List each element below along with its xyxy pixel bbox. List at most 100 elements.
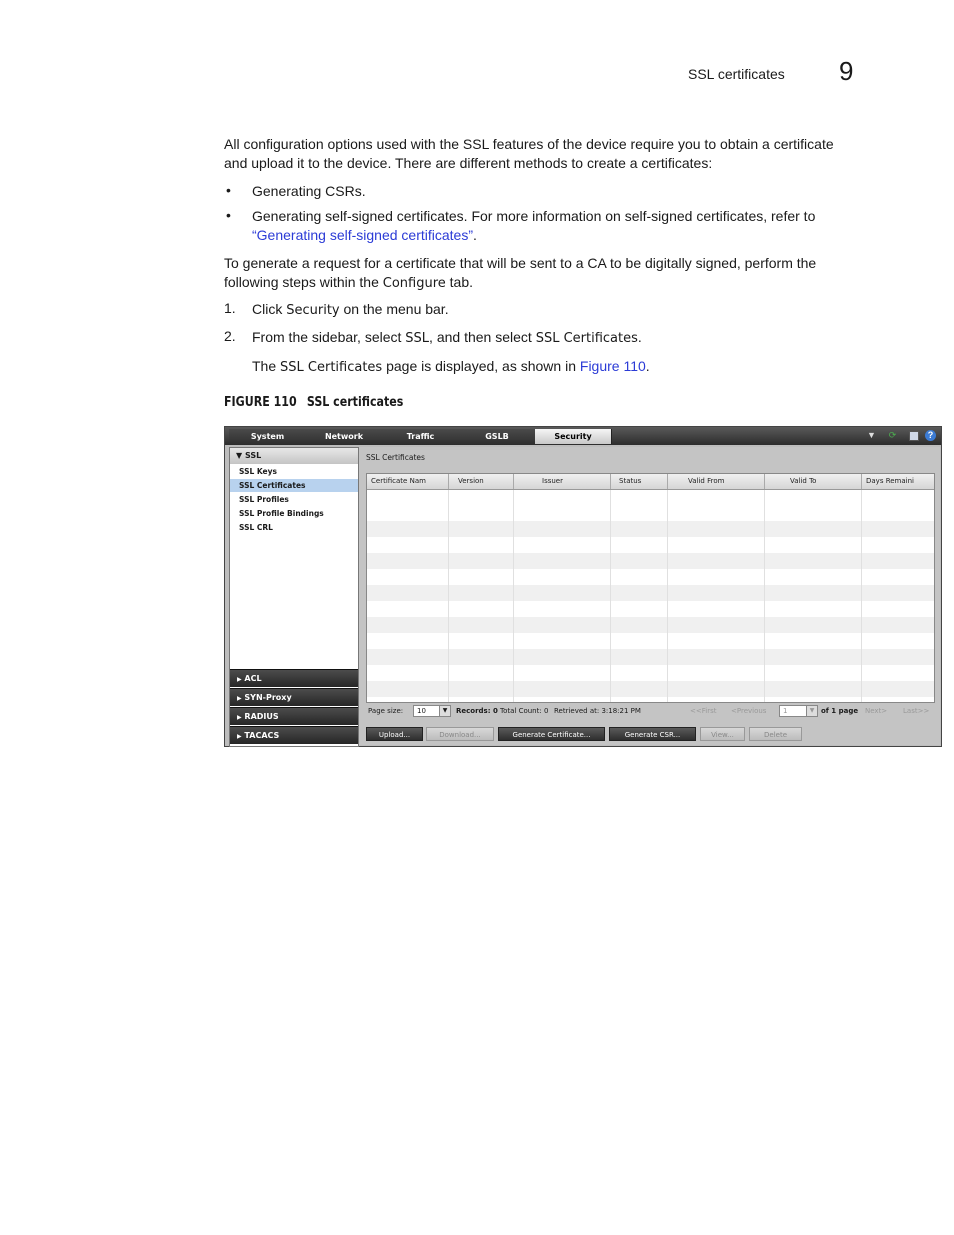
column-divider [513,489,514,702]
step-2-text: From the sidebar, select SSL, and then s… [252,328,642,348]
sidebar-item-ssl-keys[interactable]: SSL Keys [230,465,358,478]
page-count: of 1 page [821,707,859,715]
section-label: ACL [244,674,262,683]
pin-icon[interactable]: ▼ [866,430,877,441]
figure-link[interactable]: Figure 110 [580,358,646,374]
tab-system[interactable]: System [229,429,307,444]
chevron-down-icon: ▼ [236,451,243,460]
page-number-select[interactable]: 1 ▼ [779,705,818,717]
column-divider [667,489,668,702]
bullet-dot: • [226,182,231,198]
intro-paragraph: All configuration options used with the … [224,135,874,173]
upload-button[interactable]: Upload... [366,727,423,741]
bullet-2-line-2: “Generating self-signed certificates”. [252,226,872,245]
figure-label: FIGURE 110 [224,395,297,410]
step-1-number: 1. [224,300,236,316]
action-bar: Upload... Download... Generate Certifica… [359,725,940,745]
column-header-version[interactable]: Version [449,474,514,489]
column-header-issuer[interactable]: Issuer [514,474,611,489]
column-divider [764,489,765,702]
records-count: Records: 0 [456,707,498,715]
bullet-2: Generating self-signed certificates. For… [252,207,872,245]
column-header-valid-to[interactable]: Valid To [765,474,862,489]
generate-csr-button[interactable]: Generate CSR... [609,727,696,741]
help-icon[interactable]: ? [925,430,936,441]
column-divider [861,489,862,702]
text: tab. [445,274,474,290]
para2-line-2: following steps within the Configure tab… [224,273,874,293]
section-label: RADIUS [244,712,279,721]
certificates-table: Certificate Nam Version Issuer Status Va… [366,473,935,703]
download-button[interactable]: Download... [426,727,494,741]
sidebar-section-tacacs[interactable]: ▶ TACACS [230,726,358,744]
text: Click [252,301,287,317]
first-page-link[interactable]: <<First [690,707,716,715]
tab-gslb[interactable]: GSLB [459,429,536,444]
page-size-label: Page size: [368,707,404,715]
next-page-link[interactable]: Next> [865,707,887,715]
sidebar-section-radius[interactable]: ▶ RADIUS [230,707,358,725]
text: page is displayed, as shown in [382,358,580,374]
pagination-bar: Page size: 10 ▼ Records: 0 Total Count: 0… [366,705,933,719]
sidebar-section-syn-proxy[interactable]: ▶ SYN-Proxy [230,688,358,706]
text: on the menu bar. [339,301,449,317]
refresh-icon[interactable]: ⟳ [887,430,898,441]
generate-certificate-button[interactable]: Generate Certificate... [498,727,605,741]
bullet-1: Generating CSRs. [252,183,366,199]
chevron-down-icon[interactable]: ▼ [439,706,450,716]
section-label: TACACS [244,731,280,740]
intro-line-1: All configuration options used with the … [224,136,834,152]
intro-line-2: and upload it to the device. There are d… [224,155,713,171]
sidebar-header-ssl[interactable]: ▼ SSL [230,448,358,464]
main-panel: SSL Certificates Certificate Nam Version… [359,447,940,745]
table-row [367,521,934,537]
chevron-down-icon[interactable]: ▼ [806,706,817,716]
save-icon[interactable] [909,431,919,441]
sidebar-item-ssl-certificates[interactable]: SSL Certificates [230,479,358,492]
tab-network[interactable]: Network [306,429,383,444]
chapter-number: 9 [839,56,854,86]
sidebar-item-ssl-profiles[interactable]: SSL Profiles [230,493,358,506]
chevron-right-icon: ▶ [237,695,242,702]
sidebar-header-label: SSL [244,451,262,460]
steps-intro-paragraph: To generate a request for a certificate … [224,254,874,293]
previous-page-link[interactable]: <Previous [731,707,766,715]
view-button[interactable]: View... [700,727,745,741]
page-size-select[interactable]: 10 ▼ [413,705,451,717]
table-row [367,553,934,569]
ssl-certificates-term: SSL Certificates [535,331,638,346]
figure-title: SSL certificates [306,395,404,410]
step-1-text: Click Security on the menu bar. [252,300,449,320]
sidebar-section-acl[interactable]: ▶ ACL [230,669,358,687]
bullet-2-line-1: Generating self-signed certificates. For… [252,208,816,224]
text: . [637,329,642,345]
page-header-title: SSL certificates [688,66,785,82]
page-size-value: 10 [417,707,426,715]
column-header-days-remaining[interactable]: Days Remaini [862,474,934,489]
sidebar: ▼ SSL SSL Keys SSL Certificates SSL Prof… [229,447,359,747]
result-text: The SSL Certificates page is displayed, … [252,357,650,377]
column-divider [448,489,449,702]
table-row [367,681,934,697]
column-header-certificate-name[interactable]: Certificate Nam [367,474,449,489]
text: From the sidebar, select [252,329,406,345]
tab-security[interactable]: Security [535,429,612,444]
security-term: Security [286,303,340,318]
retrieved-time: Retrieved at: 3:18:21 PM [554,707,641,715]
text: . [645,358,650,374]
self-signed-link[interactable]: “Generating self-signed certificates” [252,227,473,243]
column-header-valid-from[interactable]: Valid From [668,474,765,489]
delete-button[interactable]: Delete [749,727,802,741]
last-page-link[interactable]: Last>> [903,707,929,715]
sidebar-item-ssl-crl[interactable]: SSL CRL [230,521,358,534]
table-row [367,585,934,601]
tab-traffic[interactable]: Traffic [382,429,460,444]
figure-caption: FIGURE 110 SSL certificates [224,395,403,410]
sidebar-item-ssl-profile-bindings[interactable]: SSL Profile Bindings [230,507,358,520]
text: The [252,358,281,374]
table-row [367,649,934,665]
menu-bar: System Network Traffic GSLB Security ▼ ⟳… [225,427,941,445]
column-header-status[interactable]: Status [611,474,668,489]
section-label: SYN-Proxy [244,693,292,702]
text: following steps within the [224,274,383,290]
